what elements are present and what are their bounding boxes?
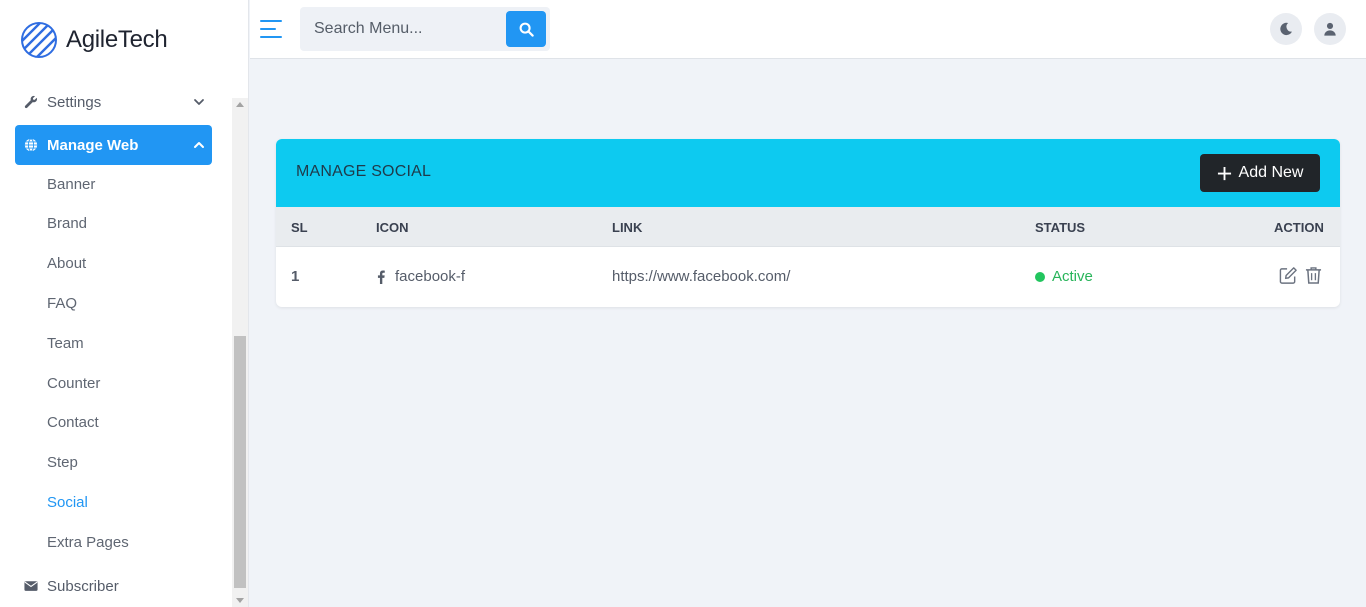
- column-header-sl: SL: [291, 220, 308, 235]
- sidebar-item-label: Subscriber: [47, 577, 119, 595]
- card-header: MANAGE SOCIAL Add New: [276, 139, 1340, 207]
- manage-social-card: MANAGE SOCIAL Add New SL ICON LINK STATU…: [276, 139, 1340, 307]
- moon-icon: [1280, 22, 1292, 36]
- add-new-button[interactable]: Add New: [1200, 154, 1320, 192]
- cell-icon: facebook-f: [376, 268, 465, 285]
- cell-status: Active: [1035, 268, 1093, 285]
- brand-name: AgileTech: [66, 26, 168, 53]
- dark-mode-toggle[interactable]: [1270, 13, 1302, 45]
- plus-icon: [1217, 166, 1231, 180]
- sidebar-menu: Settings Manage Web Banner Brand About F…: [0, 82, 232, 607]
- icon-name: facebook-f: [395, 268, 466, 285]
- scroll-up-arrow-icon[interactable]: [236, 102, 244, 107]
- sidebar-item-manage-web[interactable]: Manage Web: [15, 125, 212, 165]
- delete-button[interactable]: [1302, 264, 1324, 286]
- user-menu-button[interactable]: [1314, 13, 1346, 45]
- submenu-item-contact[interactable]: Contact: [47, 413, 99, 433]
- globe-icon: [23, 137, 39, 153]
- trash-icon: [1305, 266, 1321, 284]
- submenu-item-banner[interactable]: Banner: [47, 175, 95, 195]
- search-button[interactable]: [506, 11, 546, 47]
- edit-button[interactable]: [1277, 264, 1299, 286]
- table-header: SL ICON LINK STATUS ACTION: [276, 207, 1340, 247]
- sidebar-item-label: Manage Web: [47, 136, 139, 154]
- menu-toggle-icon[interactable]: [260, 19, 282, 39]
- submenu-item-faq[interactable]: FAQ: [47, 294, 77, 314]
- topbar: [250, 0, 1366, 59]
- scroll-down-arrow-icon[interactable]: [236, 598, 244, 603]
- brand[interactable]: AgileTech: [20, 20, 168, 60]
- column-header-link: LINK: [612, 220, 643, 235]
- sidebar-item-label: Settings: [47, 93, 102, 111]
- wrench-icon: [23, 94, 39, 110]
- column-header-action: ACTION: [1274, 220, 1324, 235]
- cell-link: https://www.facebook.com/: [612, 268, 791, 285]
- column-header-icon: ICON: [376, 220, 409, 235]
- submenu-item-team[interactable]: Team: [47, 334, 84, 354]
- chevron-up-icon: [192, 138, 206, 152]
- chevron-down-icon: [192, 95, 206, 109]
- sidebar: AgileTech Settings Manage Web Banner Bra…: [0, 0, 249, 607]
- sidebar-scrollbar[interactable]: [232, 98, 248, 607]
- cell-sl: 1: [291, 268, 300, 285]
- column-header-status: STATUS: [1035, 220, 1086, 235]
- table-row: 1 facebook-f https://www.facebook.com/ A…: [276, 247, 1340, 307]
- search-box: [300, 7, 550, 51]
- scrollbar-thumb[interactable]: [234, 336, 246, 588]
- user-icon: [1324, 22, 1336, 36]
- submenu-item-extra-pages[interactable]: Extra Pages: [47, 533, 129, 553]
- submenu-item-counter[interactable]: Counter: [47, 374, 100, 394]
- search-icon: [519, 22, 534, 37]
- add-new-label: Add New: [1238, 164, 1304, 181]
- facebook-icon: [377, 269, 385, 284]
- brand-logo-icon: [21, 22, 57, 58]
- search-input[interactable]: [300, 7, 504, 51]
- sidebar-item-subscriber[interactable]: Subscriber: [15, 566, 212, 606]
- submenu-item-social[interactable]: Social: [47, 493, 88, 513]
- sidebar-item-settings[interactable]: Settings: [15, 82, 212, 122]
- status-dot: [1035, 271, 1045, 282]
- status-badge: Active: [1052, 268, 1093, 285]
- edit-icon: [1279, 266, 1297, 284]
- submenu-item-about[interactable]: About: [47, 254, 86, 274]
- card-title: MANAGE SOCIAL: [296, 163, 432, 180]
- submenu-item-step[interactable]: Step: [47, 453, 78, 473]
- submenu-item-brand[interactable]: Brand: [47, 214, 87, 234]
- envelope-icon: [23, 578, 39, 594]
